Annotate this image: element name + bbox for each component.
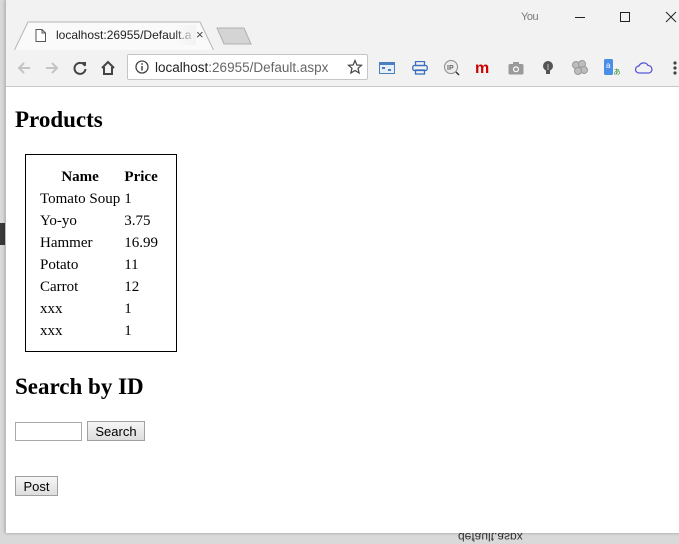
- search-heading: Search by ID: [15, 374, 144, 399]
- profile-label[interactable]: You: [521, 11, 539, 23]
- svg-text:a: a: [606, 61, 611, 70]
- new-tab-button[interactable]: [216, 27, 252, 50]
- ip-lookup-icon[interactable]: IP: [443, 59, 461, 77]
- product-name: Tomato Soup: [40, 190, 121, 207]
- product-price: 11: [124, 256, 139, 273]
- tab-close-icon[interactable]: ×: [196, 27, 204, 42]
- url-host: localhost: [155, 60, 209, 75]
- products-table: Name Price Tomato Soup 1 Yo-yo 3.75 Hammer…: [25, 154, 177, 352]
- product-price: 1: [124, 190, 132, 207]
- minimize-icon[interactable]: [560, 4, 600, 30]
- post-button[interactable]: Post: [15, 476, 58, 496]
- column-header-name: Name: [61, 168, 99, 185]
- home-icon[interactable]: [97, 57, 119, 79]
- url-path: :26955/Default.aspx: [208, 60, 329, 75]
- product-name: Hammer: [40, 234, 93, 251]
- product-name: Potato: [40, 256, 79, 273]
- paw-icon[interactable]: [571, 59, 589, 77]
- svg-text:m: m: [475, 61, 489, 75]
- svg-text:IP: IP: [447, 65, 454, 72]
- table-row: xxx 1: [39, 299, 159, 319]
- title-bar: localhost:26955/Default.aspx × You: [6, 0, 679, 51]
- table-row: Tomato Soup 1: [39, 189, 159, 209]
- product-name: xxx: [40, 322, 63, 339]
- product-name: xxx: [40, 300, 63, 317]
- product-price: 1: [124, 300, 132, 317]
- screen-capture-icon[interactable]: [378, 59, 396, 77]
- translate-icon[interactable]: aあ: [603, 59, 621, 77]
- info-icon[interactable]: [135, 60, 149, 79]
- back-icon[interactable]: [13, 57, 35, 79]
- camera-icon[interactable]: [507, 59, 525, 77]
- table-header-row: Name Price: [39, 167, 159, 187]
- browser-tab[interactable]: localhost:26955/Default.aspx ×: [14, 21, 214, 51]
- tab-title: localhost:26955/Default.aspx: [56, 28, 192, 42]
- column-header-price: Price: [124, 168, 158, 185]
- reload-icon[interactable]: [69, 57, 91, 79]
- svg-text:あ: あ: [614, 68, 621, 76]
- forward-icon[interactable]: [41, 57, 63, 79]
- table-row: Hammer 16.99: [39, 233, 159, 253]
- close-icon[interactable]: [651, 4, 679, 30]
- bookmark-star-icon[interactable]: [346, 58, 364, 80]
- page-content: Products Name Price Tomato Soup 1 Yo-yo 3.…: [6, 87, 679, 533]
- search-button[interactable]: Search: [87, 421, 145, 441]
- search-id-input[interactable]: [15, 422, 82, 441]
- product-price: 16.99: [124, 234, 158, 251]
- menu-icon[interactable]: [666, 59, 679, 77]
- table-row: Carrot 12: [39, 277, 159, 297]
- table-row: Potato 11: [39, 255, 159, 275]
- address-bar[interactable]: localhost:26955/Default.aspx: [127, 54, 368, 80]
- product-price: 1: [124, 322, 132, 339]
- products-heading: Products: [15, 107, 103, 132]
- tab-title-fade: [174, 25, 196, 45]
- product-price: 3.75: [124, 212, 151, 229]
- table-row: xxx 1: [39, 321, 159, 341]
- toolbar: localhost:26955/Default.aspx IP m aあ: [6, 50, 679, 87]
- maximize-icon[interactable]: [605, 4, 645, 30]
- product-name: Yo-yo: [40, 212, 77, 229]
- lightbulb-icon[interactable]: [539, 59, 557, 77]
- address-url[interactable]: localhost:26955/Default.aspx: [155, 60, 328, 75]
- cloud-icon[interactable]: [635, 59, 653, 77]
- product-price: 12: [124, 278, 140, 295]
- table-row: Yo-yo 3.75: [39, 211, 159, 231]
- m-icon[interactable]: m: [475, 59, 493, 77]
- product-name: Carrot: [40, 278, 79, 295]
- browser-window: localhost:26955/Default.aspx × You: [5, 0, 679, 533]
- print-icon[interactable]: [411, 59, 429, 77]
